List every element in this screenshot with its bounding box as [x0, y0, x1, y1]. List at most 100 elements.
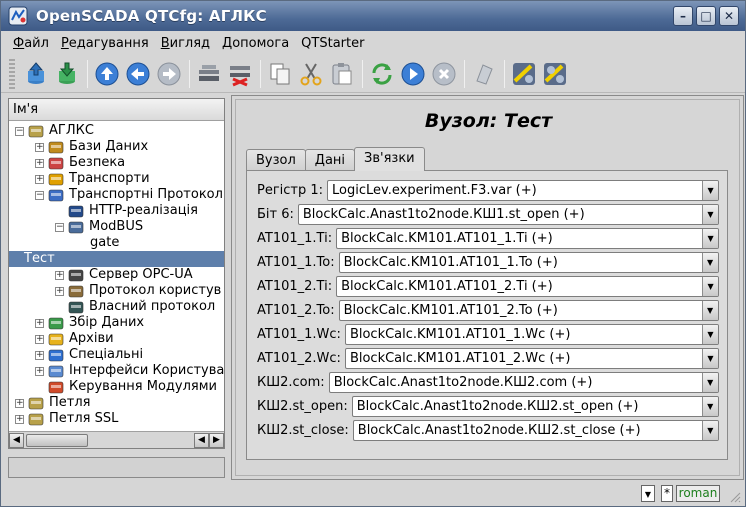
scroll-left-button-2[interactable]: ◀: [194, 432, 209, 448]
tree-item[interactable]: + Протокол користув: [55, 283, 223, 299]
close-button[interactable]: ✕: [719, 6, 739, 26]
link-select[interactable]: BlockCalc.KM101.AT101_2.Ti (+) ▼: [336, 275, 720, 297]
info-button[interactable]: [469, 59, 499, 89]
tree-item[interactable]: gate: [75, 235, 121, 251]
menu-edit[interactable]: Редагування: [55, 36, 155, 51]
refresh-button[interactable]: [367, 59, 397, 89]
chevron-down-icon[interactable]: ▼: [701, 396, 718, 416]
save-db-button[interactable]: [52, 59, 82, 89]
stop-button[interactable]: [429, 59, 459, 89]
expand-icon[interactable]: +: [35, 158, 44, 168]
tree-item[interactable]: + Інтерфейси Користува: [35, 363, 224, 379]
expand-icon[interactable]: +: [55, 286, 64, 296]
menu-view[interactable]: Вигляд: [155, 36, 216, 51]
navigation-tree[interactable]: Ім'я − АГЛКС + Бази Даних + Безпека + Транспорт…: [8, 98, 225, 449]
tab-data[interactable]: Дані: [304, 149, 356, 171]
minimize-button[interactable]: –: [673, 6, 693, 26]
tree-horizontal-scrollbar[interactable]: ◀ ◀ ▶: [9, 431, 224, 448]
link-select[interactable]: LogicLev.experiment.F3.var (+) ▼: [327, 179, 720, 201]
link-select[interactable]: BlockCalc.KM101.AT101_2.To (+) ▼: [338, 299, 719, 321]
collapse-icon[interactable]: −: [55, 222, 64, 232]
maximize-button[interactable]: □: [696, 6, 716, 26]
title-bar[interactable]: OpenSCADA QTCfg: АГЛКС – □ ✕: [1, 1, 745, 31]
chevron-down-icon[interactable]: ▼: [701, 420, 718, 440]
link-select[interactable]: BlockCalc.KM101.AT101_2.Wc (+) ▼: [344, 347, 719, 369]
tree-item[interactable]: + Спеціальні: [35, 347, 145, 363]
link-select[interactable]: BlockCalc.KM101.AT101_1.To (+) ▼: [338, 251, 719, 273]
menu-file[interactable]: Файл: [7, 36, 55, 51]
paste-icon: [332, 62, 352, 84]
ui-icon: [48, 365, 64, 378]
tree-item[interactable]: + Архіви: [35, 331, 116, 347]
toolbar-grip[interactable]: [9, 58, 15, 89]
chevron-down-icon[interactable]: ▼: [701, 204, 718, 224]
delete-item-icon: [230, 65, 250, 86]
expand-icon[interactable]: +: [15, 398, 24, 408]
tree-item[interactable]: − ModBUS: [55, 219, 145, 235]
expand-icon[interactable]: +: [15, 414, 24, 424]
collapse-icon[interactable]: −: [15, 126, 24, 136]
chevron-down-icon[interactable]: ▼: [702, 180, 719, 200]
link-select[interactable]: BlockCalc.Anast1to2node.КШ2.com (+) ▼: [328, 371, 719, 393]
expand-icon[interactable]: +: [35, 318, 44, 328]
cut-button[interactable]: [296, 59, 326, 89]
module-alt-button[interactable]: [540, 59, 570, 89]
scroll-left-button[interactable]: ◀: [9, 432, 24, 448]
link-select[interactable]: BlockCalc.Anast1to2node.КШ2.st_open (+) ▼: [351, 395, 719, 417]
module-button[interactable]: [509, 59, 539, 89]
chevron-down-icon[interactable]: ▼: [702, 228, 719, 248]
tree-item[interactable]: + Транспорти: [35, 171, 152, 187]
chevron-down-icon[interactable]: ▼: [701, 300, 718, 320]
tree-item[interactable]: + Петля: [15, 395, 92, 411]
forward-button[interactable]: [154, 59, 184, 89]
copy-button[interactable]: [265, 59, 295, 89]
expand-icon[interactable]: +: [35, 366, 44, 376]
expand-icon[interactable]: +: [35, 334, 44, 344]
start-button[interactable]: [398, 59, 428, 89]
chevron-down-icon[interactable]: ▼: [701, 252, 718, 272]
scroll-thumb[interactable]: [26, 433, 88, 447]
menu-help[interactable]: Допомога: [216, 36, 295, 51]
tree-item[interactable]: Власний протокол: [55, 299, 217, 315]
tree-item[interactable]: + Сервер OPC-UA: [55, 267, 195, 283]
arrow-left-icon: ◀: [198, 435, 205, 445]
up-button[interactable]: [92, 59, 122, 89]
chevron-down-icon[interactable]: ▼: [701, 324, 718, 344]
tree-item[interactable]: HTTP-реалізація: [55, 203, 200, 219]
tree-item[interactable]: + Бази Даних: [35, 139, 150, 155]
tab-node[interactable]: Вузол: [246, 149, 306, 171]
tree-item[interactable]: − Транспортні Протокол: [35, 187, 224, 203]
menu-qtstarter[interactable]: QTStarter: [295, 36, 370, 51]
collapse-icon[interactable]: −: [35, 190, 44, 200]
add-item-button[interactable]: [194, 59, 224, 89]
chevron-down-icon[interactable]: ▼: [702, 276, 719, 296]
chevron-down-icon[interactable]: ▼: [701, 348, 718, 368]
tree-item[interactable]: + Безпека: [35, 155, 127, 171]
toolbar-separator: [464, 59, 465, 88]
tree-item[interactable]: Керування Модулями: [35, 379, 219, 395]
language-indicator[interactable]: roman: [676, 485, 720, 502]
tree-item[interactable]: + Петля SSL: [15, 411, 120, 427]
load-db-icon: [28, 61, 44, 84]
delete-item-button[interactable]: [225, 59, 255, 89]
link-select[interactable]: BlockCalc.KM101.AT101_1.Wc (+) ▼: [344, 323, 719, 345]
resize-grip-icon[interactable]: [729, 491, 741, 503]
link-select[interactable]: BlockCalc.Anast1to2node.КШ2.st_close (+)…: [352, 419, 719, 441]
tree-item[interactable]: + Збір Даних: [35, 315, 146, 331]
expand-icon[interactable]: +: [35, 350, 44, 360]
back-button[interactable]: [123, 59, 153, 89]
load-db-button[interactable]: [21, 59, 51, 89]
scroll-right-button[interactable]: ▶: [209, 432, 224, 448]
status-dropdown[interactable]: ▼: [641, 485, 655, 502]
expand-icon[interactable]: +: [55, 270, 64, 280]
tree-header-name[interactable]: Ім'я: [9, 99, 224, 121]
link-select[interactable]: BlockCalc.Anast1to2node.КШ1.st_open (+) ▼: [297, 203, 719, 225]
tab-links[interactable]: Зв'язки: [354, 147, 425, 171]
expand-icon[interactable]: +: [35, 174, 44, 184]
link-select[interactable]: BlockCalc.KM101.AT101_1.Ti (+) ▼: [336, 227, 720, 249]
tree-item[interactable]: Тест: [9, 251, 224, 267]
paste-button[interactable]: [327, 59, 357, 89]
tree-item[interactable]: − АГЛКС: [15, 123, 96, 139]
expand-icon[interactable]: +: [35, 142, 44, 152]
chevron-down-icon[interactable]: ▼: [701, 372, 718, 392]
